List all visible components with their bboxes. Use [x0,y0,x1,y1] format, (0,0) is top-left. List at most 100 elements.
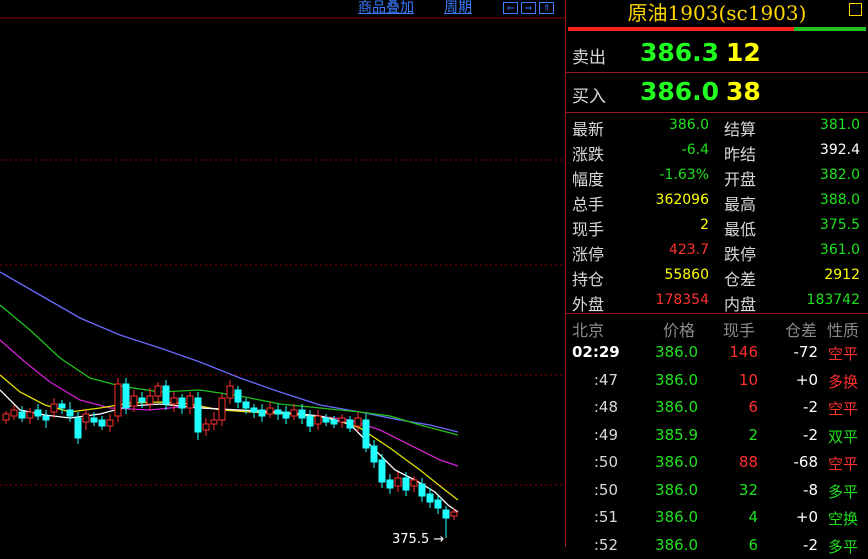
candle-body [266,407,274,415]
candle-body [314,415,322,425]
tick-row[interactable]: :52 386.0 6 -2 多平 [566,532,868,559]
tick-price: 386.0 [655,535,698,554]
ticks-header: 北京 价格 现手 仓差 性质 [566,315,868,340]
divider [566,112,868,113]
candle-body [138,397,146,403]
quote-label: 最高 [724,195,757,214]
bid-row: 买入 386.0 38 [566,74,868,110]
restore-icon[interactable] [849,3,862,16]
quote-value: 423.7 [668,242,709,258]
candle-body [98,419,106,427]
quote-row: 总手 362096 最高 388.0 [566,189,868,214]
tick-volume: 10 [738,370,758,389]
quote-value: 2 [700,217,709,233]
quote-label: 仓差 [724,270,757,289]
quote-panel: 原油1903(sc1903) 卖出 386.3 12 买入 386.0 38 最… [565,0,868,556]
candle-body [66,409,74,417]
candle-body [354,417,362,427]
quote-value: 392.4 [819,142,860,158]
candle-body [410,479,418,487]
tick-row[interactable]: :50 386.0 32 -8 多平 [566,477,868,504]
quote-label: 结算 [724,120,757,139]
candle-body [250,407,258,413]
nav-left-icon[interactable]: ⇐ [503,2,518,14]
tick-type: 空平 [828,400,859,418]
tick-time: :51 [593,508,618,526]
tick-type: 多换 [828,372,859,391]
overlay-button[interactable]: 商品叠加 [358,0,414,16]
chart-toolbar: 商品叠加 周期 ⇐ ⇒ ⇑ [0,0,565,18]
tick-volume: 88 [738,453,758,471]
quote-label: 涨停 [572,245,605,264]
tick-oi-change: -8 [803,480,818,499]
candle-body [394,477,402,487]
nav-up-icon[interactable]: ⇑ [539,2,554,14]
candle-body [26,411,34,419]
tick-type: 双平 [828,427,859,446]
quote-label: 最低 [724,220,757,239]
candle-body [50,403,58,413]
tick-type: 空平 [828,455,859,473]
candle-body [450,511,458,517]
quote-value: 362096 [655,192,709,208]
quote-value: 375.5 [819,217,860,233]
tick-price: 386.0 [655,398,698,416]
ask-row: 卖出 386.3 12 [566,35,868,71]
quote-value: 361.0 [819,242,860,258]
contract-title-bar: 原油1903(sc1903) [566,0,868,28]
buy-sell-ratio-bar [568,27,866,31]
period-button[interactable]: 周期 [444,0,472,16]
ask-price: 386.3 [640,38,720,67]
candle-body [370,445,378,463]
tick-oi-change: +0 [795,370,818,389]
quote-value: 381.0 [819,117,860,133]
quote-label: 幅度 [572,170,605,189]
quote-label: 昨结 [724,145,757,164]
ask-label: 卖出 [572,48,606,68]
tick-price: 386.0 [655,480,698,499]
nav-right-icon[interactable]: ⇒ [521,2,536,14]
bid-volume: 38 [726,77,761,106]
quote-label: 开盘 [724,170,757,189]
quote-row: 最新 386.0 结算 381.0 [566,114,868,139]
tick-oi-change: -72 [793,343,819,361]
candle-body [362,419,370,449]
tick-time: :52 [593,535,618,554]
quote-value: 55860 [664,267,709,283]
ticks-header-type: 性质 [827,321,860,340]
candle-body [202,423,210,431]
quote-value: -6.4 [681,142,709,158]
low-price-marker: 375.5 → [392,532,444,547]
quote-row: 幅度 -1.63% 开盘 382.0 [566,164,868,189]
tick-row[interactable]: :47 386.0 10 +0 多换 [566,367,868,394]
tick-row[interactable]: 02:29 386.0 146 -72 空平 [566,339,868,366]
quote-row: 涨停 423.7 跌停 361.0 [566,239,868,264]
tick-row[interactable]: :48 386.0 6 -2 空平 [566,394,868,421]
tick-type: 多平 [828,482,859,501]
candle-body [114,383,122,417]
tick-price: 386.0 [655,508,698,526]
tick-row[interactable]: :51 386.0 4 +0 空换 [566,504,868,531]
kline-chart-area[interactable]: 375.5 → 商品叠加 周期 ⇐ ⇒ ⇑ [0,0,565,547]
candle-body [218,397,226,421]
tick-oi-change: -68 [793,453,819,471]
tick-volume: 2 [748,425,758,444]
tick-volume: 6 [748,398,758,416]
tick-oi-change: +0 [795,508,818,526]
ticks-header-volume: 现手 [723,321,756,340]
candle-body [106,419,114,427]
bid-price: 386.0 [640,77,720,106]
divider [566,313,868,314]
tick-type: 空平 [828,345,859,363]
candle-body [2,413,10,421]
quote-value: 382.0 [819,167,860,183]
candle-body [434,499,442,509]
tick-row[interactable]: :50 386.0 88 -68 空平 [566,449,868,476]
contract-title: 原油1903(sc1903) [627,1,807,25]
tick-time: :50 [593,480,618,499]
tick-row[interactable]: :49 385.9 2 -2 双平 [566,422,868,449]
kline-chart[interactable]: 375.5 → [0,0,565,547]
ticks-header-time: 北京 [572,321,605,340]
candle-body [258,409,266,417]
candle-body [90,417,98,423]
